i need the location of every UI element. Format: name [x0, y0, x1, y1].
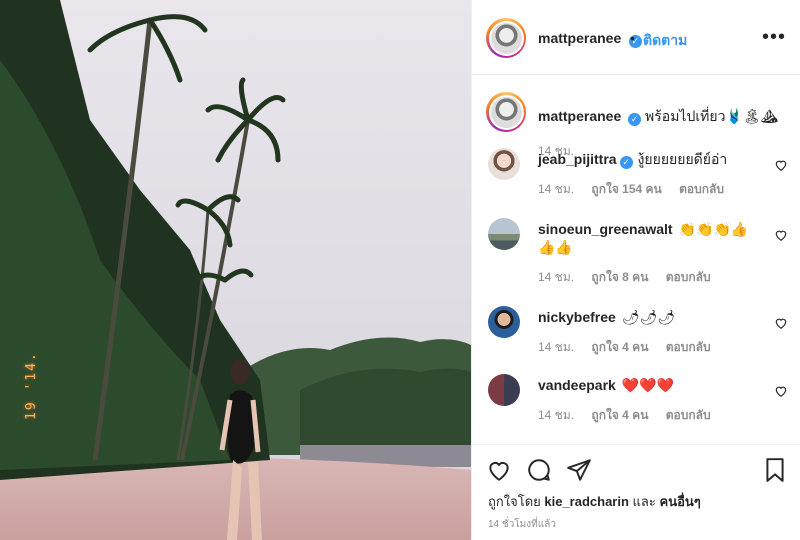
comment-likes[interactable]: ถูกใจ 154 คน [591, 182, 661, 196]
reply-button[interactable]: ตอบกลับ [666, 340, 711, 354]
comment-time[interactable]: 14 ชม. [538, 182, 574, 196]
comment-likes[interactable]: ถูกใจ 8 คน [591, 270, 648, 284]
follow-button[interactable]: ติดตาม [643, 30, 687, 52]
bookmark-icon[interactable] [762, 457, 788, 483]
reply-button[interactable]: ตอบกลับ [666, 270, 711, 284]
liked-by-user[interactable]: kie_radcharin [544, 494, 629, 509]
share-icon[interactable] [566, 457, 592, 483]
heart-icon[interactable] [774, 316, 788, 330]
commenter-avatar[interactable] [488, 218, 520, 250]
photo-date-stamp: 19 '14. [24, 351, 39, 420]
post-header: mattperanee ✓ • ติดตาม ••• [472, 0, 800, 75]
comment-time[interactable]: 14 ชม. [538, 408, 574, 422]
comment-time[interactable]: 14 ชม. [538, 270, 574, 284]
comment-likes[interactable]: ถูกใจ 4 คน [591, 340, 648, 354]
comment-text: ❤️❤️❤️ [621, 377, 675, 393]
separator-dot: • [630, 30, 635, 46]
comment-text: 🌶🌶🌶 [621, 309, 676, 325]
comment-time[interactable]: 14 ชม. [538, 340, 574, 354]
comment-username[interactable]: sinoeun_greenawalt [538, 221, 673, 237]
caption-avatar[interactable] [486, 92, 526, 132]
heart-icon[interactable] [774, 384, 788, 398]
liked-by-others[interactable]: คนอื่นๆ [660, 494, 701, 509]
comment-username[interactable]: nickybefree [538, 309, 616, 325]
commenter-avatar[interactable] [488, 374, 520, 406]
commenter-avatar[interactable] [488, 148, 520, 180]
post-username[interactable]: mattperanee [538, 30, 621, 46]
post-timestamp[interactable]: 14 ชั่วโมงที่แล้ว [488, 517, 556, 532]
heart-icon[interactable] [774, 228, 788, 242]
comment-text: งู้ยยยยยยดีย์อ่า [637, 151, 728, 167]
comments-list[interactable]: mattperanee ✓ พร้อมไปเที่ยว🩱🏝⛰ 14 ชม. je… [472, 76, 800, 444]
caption-username[interactable]: mattperanee [538, 108, 621, 124]
caption-emoji: 🩱🏝⛰ [725, 108, 779, 124]
post-actions: ถูกใจโดย kie_radcharin และ คนอื่นๆ 14 ชั… [472, 444, 800, 540]
comment-username[interactable]: vandeepark [538, 377, 616, 393]
comment-likes[interactable]: ถูกใจ 4 คน [591, 408, 648, 422]
reply-button[interactable]: ตอบกลับ [679, 182, 724, 196]
comment-icon[interactable] [526, 457, 552, 483]
heart-icon[interactable] [774, 158, 788, 172]
more-icon[interactable]: ••• [762, 26, 786, 49]
liked-by-text: ถูกใจโดย kie_radcharin และ คนอื่นๆ [488, 494, 701, 509]
post-side-panel: mattperanee ✓ • ติดตาม ••• mattperanee ✓… [471, 0, 800, 540]
caption-text: พร้อมไปเที่ยว [645, 108, 726, 124]
verified-icon: ✓ [619, 156, 633, 169]
comment-username[interactable]: jeab_pijittra [538, 151, 617, 167]
post-photo[interactable]: 19 '14. [0, 0, 471, 540]
reply-button[interactable]: ตอบกลับ [666, 408, 711, 422]
avatar[interactable] [486, 18, 526, 58]
heart-icon[interactable] [486, 457, 512, 483]
commenter-avatar[interactable] [488, 306, 520, 338]
beach-photo-image [0, 0, 471, 540]
verified-icon: ✓ [628, 113, 642, 126]
